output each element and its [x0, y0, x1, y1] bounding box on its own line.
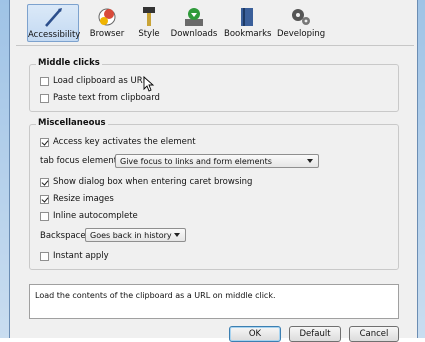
middle-clicks-title: Middle clicks: [36, 58, 102, 68]
tab-focus-label: tab focus elements: [40, 156, 122, 166]
access-key-label: Access key activates the element: [53, 137, 196, 147]
developing-icon: [292, 9, 310, 25]
tab-accessibility-label: Accessibility: [28, 30, 81, 40]
tab-focus-row: tab focus elements: [40, 156, 122, 166]
tab-browser-label: Browser: [89, 29, 125, 39]
dialog-caret-checkbox[interactable]: [40, 177, 49, 187]
tab-developing[interactable]: Developing: [277, 4, 325, 42]
inline-autocomplete-checkbox[interactable]: [40, 211, 49, 221]
chevron-down-icon: [174, 233, 180, 237]
backspace-select[interactable]: Goes back in history: [85, 228, 186, 242]
browser-icon: [98, 8, 116, 26]
accessibility-icon: [45, 8, 62, 27]
inline-autocomplete-label: Inline autocomplete: [53, 211, 138, 221]
default-button[interactable]: Default: [289, 326, 341, 342]
tab-downloads[interactable]: Downloads: [170, 4, 218, 42]
tab-accessibility[interactable]: Accessibility: [27, 4, 81, 42]
window-frame-left: [0, 0, 9, 338]
tab-bookmarks[interactable]: Bookmarks: [224, 4, 272, 42]
bookmarks-icon: [241, 8, 253, 26]
description-box: Load the contents of the clipboard as a …: [29, 284, 399, 319]
toolbar-divider: [16, 45, 414, 46]
tab-focus-value: Give focus to links and form elements: [120, 156, 272, 166]
backspace-label: Backspace: [40, 231, 86, 241]
mouse-cursor-icon: [143, 76, 155, 92]
tab-downloads-label: Downloads: [170, 29, 218, 39]
description-text: Load the contents of the clipboard as a …: [35, 291, 276, 300]
tab-browser[interactable]: Browser: [87, 4, 127, 42]
load-clipboard-option[interactable]: Load clipboard as URL: [40, 76, 147, 86]
paste-text-checkbox[interactable]: [40, 93, 49, 103]
inline-autocomplete-option[interactable]: Inline autocomplete: [40, 211, 138, 221]
tab-focus-select[interactable]: Give focus to links and form elements: [115, 154, 319, 168]
style-icon: [143, 7, 155, 26]
tab-style-label: Style: [138, 29, 160, 39]
cancel-button[interactable]: Cancel: [349, 326, 399, 342]
ok-button[interactable]: OK: [229, 326, 281, 342]
tab-developing-label: Developing: [277, 29, 326, 39]
miscellaneous-title: Miscellaneous: [36, 118, 108, 128]
tab-bookmarks-label: Bookmarks: [224, 29, 272, 39]
resize-images-checkbox[interactable]: [40, 194, 49, 204]
resize-images-option[interactable]: Resize images: [40, 194, 114, 204]
instant-apply-option[interactable]: Instant apply: [40, 251, 109, 261]
dialog-caret-option[interactable]: Show dialog box when entering caret brow…: [40, 177, 252, 187]
instant-apply-checkbox[interactable]: [40, 251, 49, 261]
resize-images-label: Resize images: [53, 194, 114, 204]
window-frame-right: [418, 0, 425, 338]
paste-text-label: Paste text from clipboard: [53, 93, 160, 103]
tab-style[interactable]: Style: [133, 4, 165, 42]
instant-apply-label: Instant apply: [53, 251, 109, 261]
backspace-value: Goes back in history: [90, 230, 172, 240]
access-key-option[interactable]: Access key activates the element: [40, 137, 196, 147]
preferences-toolbar: Accessibility Browser Style Downloads Bo…: [15, 2, 395, 44]
load-clipboard-checkbox[interactable]: [40, 76, 49, 86]
access-key-checkbox[interactable]: [40, 137, 49, 147]
dialog-caret-label: Show dialog box when entering caret brow…: [53, 177, 253, 187]
paste-text-option[interactable]: Paste text from clipboard: [40, 93, 160, 103]
load-clipboard-label: Load clipboard as URL: [53, 76, 148, 86]
chevron-down-icon: [307, 159, 313, 163]
downloads-icon: [185, 8, 203, 26]
middle-clicks-group: Middle clicks: [29, 58, 399, 112]
backspace-row: Backspace: [40, 231, 86, 241]
